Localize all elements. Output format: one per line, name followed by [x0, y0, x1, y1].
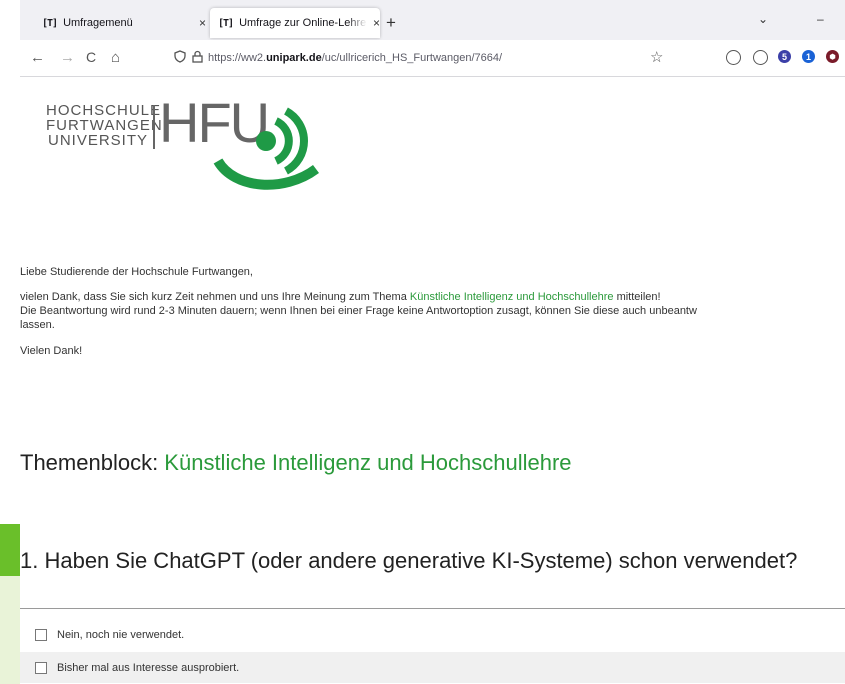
account-icon[interactable]	[753, 50, 768, 65]
close-tab-icon[interactable]: ×	[373, 16, 380, 30]
tab-bar: [T] Umfragemenü × [T] Umfrage zur Online…	[20, 0, 845, 40]
minimize-button[interactable]: –	[817, 12, 824, 26]
tab-umfragemenu[interactable]: [T] Umfragemenü ×	[30, 8, 206, 38]
home-icon[interactable]: ⌂	[111, 49, 120, 66]
lock-icon[interactable]	[192, 50, 203, 66]
list-all-tabs-icon[interactable]: ⌄	[758, 12, 768, 26]
password-manager-icon[interactable]: 1	[802, 50, 815, 63]
greeting-text: Liebe Studierende der Hochschule Furtwan…	[20, 266, 253, 278]
answer-option-never-used[interactable]: Nein, noch nie verwendet.	[20, 619, 845, 650]
shield-icon[interactable]	[174, 50, 186, 66]
extension-badge-icon[interactable]: 5	[778, 50, 791, 63]
theme-heading: Themenblock: Künstliche Intelligenz und …	[20, 450, 572, 475]
answer-option-tried[interactable]: Bisher mal aus Interesse ausprobiert.	[20, 652, 845, 683]
question-divider	[20, 608, 845, 609]
tab-umfrage-online-lehre[interactable]: [T] Umfrage zur Online-Lehre im So ×	[210, 8, 380, 38]
forward-icon[interactable]: →	[60, 49, 75, 66]
tab-label: Umfragemenü	[63, 17, 133, 29]
bookmark-star-icon[interactable]: ☆	[650, 48, 663, 66]
intro-paragraph-2-continued: lassen.	[20, 319, 55, 331]
navigation-bar: ← → C ⌂ https://ww2.unipark.de/uc/ullric…	[20, 40, 845, 77]
option-label: Bisher mal aus Interesse ausprobiert.	[57, 661, 240, 674]
tab-label: Umfrage zur Online-Lehre im So	[239, 17, 367, 29]
ublock-icon[interactable]: ⬢	[826, 50, 839, 63]
browser-window: [T] Umfragemenü × [T] Umfrage zur Online…	[20, 0, 845, 684]
question-1-text: 1. Haben Sie ChatGPT (oder andere genera…	[20, 548, 798, 573]
checkbox[interactable]	[35, 661, 47, 674]
logo-university-name: HOCHSCHULE FURTWANGEN UNIVERSITY	[46, 102, 163, 149]
url-bar[interactable]: https://ww2.unipark.de/uc/ullricerich_HS…	[170, 44, 680, 72]
back-icon[interactable]: ←	[30, 49, 45, 66]
option-label: Nein, noch nie verwendet.	[57, 628, 185, 641]
hfu-logo-icon	[213, 107, 319, 190]
desktop-wallpaper-light	[0, 576, 20, 684]
intro-paragraph-1: vielen Dank, dass Sie sich kurz Zeit neh…	[20, 291, 661, 303]
tab-favicon: [T]	[42, 17, 58, 29]
logo-divider	[153, 105, 155, 149]
survey-page: HOCHSCHULE FURTWANGEN UNIVERSITY HFU Lie…	[20, 77, 845, 684]
tab-favicon: [T]	[218, 17, 234, 29]
new-tab-button[interactable]: +	[386, 13, 396, 33]
checkbox[interactable]	[35, 628, 47, 641]
reload-icon[interactable]: C	[86, 49, 96, 65]
url-text[interactable]: https://ww2.unipark.de/uc/ullricerich_HS…	[208, 52, 502, 64]
pocket-icon[interactable]	[726, 50, 741, 65]
thanks-text: Vielen Dank!	[20, 345, 83, 357]
close-tab-icon[interactable]: ×	[199, 16, 206, 30]
intro-paragraph-2: Die Beantwortung wird rund 2-3 Minuten d…	[20, 305, 697, 317]
desktop-wallpaper-green	[0, 524, 20, 576]
